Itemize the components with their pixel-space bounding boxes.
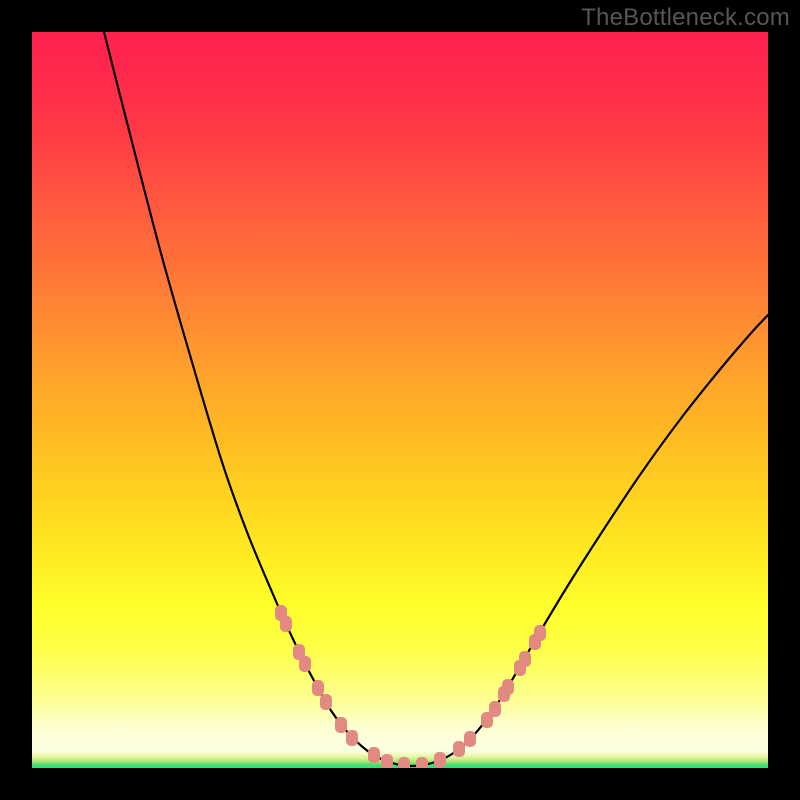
curve-markers [275, 605, 546, 768]
curve-marker [381, 754, 393, 768]
curve-svg [32, 32, 768, 768]
curve-marker [346, 730, 358, 746]
curve-marker [502, 679, 514, 695]
curve-marker [416, 757, 428, 768]
curve-marker [280, 616, 292, 632]
curve-marker [299, 656, 311, 672]
curve-marker [464, 731, 476, 747]
plot-area [32, 32, 768, 768]
curve-marker [398, 757, 410, 768]
curve-marker [434, 752, 446, 768]
curve-marker [312, 680, 324, 696]
curve-marker [489, 701, 501, 717]
curve-marker [320, 694, 332, 710]
chart-frame: TheBottleneck.com [0, 0, 800, 800]
curve-marker [534, 625, 546, 641]
curve-marker [368, 747, 380, 763]
curve-marker [519, 651, 531, 667]
curve-marker [453, 741, 465, 757]
watermark-text: TheBottleneck.com [581, 4, 790, 32]
bottleneck-curve [104, 32, 768, 766]
curve-marker [335, 717, 347, 733]
